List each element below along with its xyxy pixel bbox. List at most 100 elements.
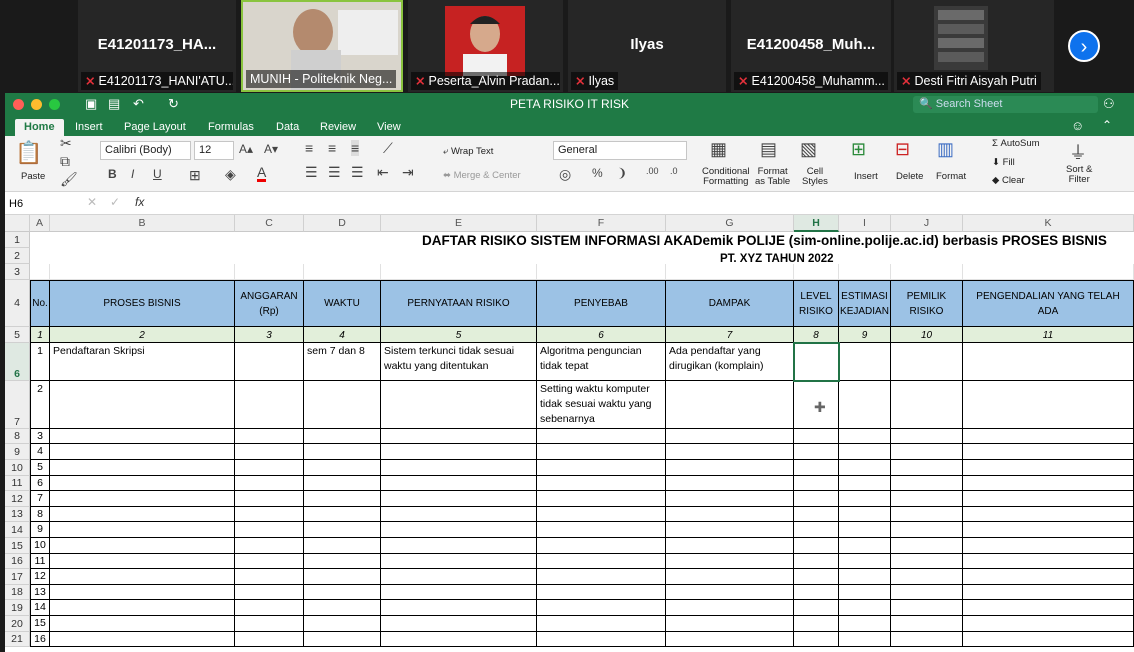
align-center-icon[interactable]: ☰ <box>328 164 341 181</box>
data-cell[interactable] <box>666 507 794 522</box>
fill-button[interactable]: ⬇ Fill <box>992 157 1015 168</box>
participant-tile[interactable]: Ilyas ⨯ Ilyas <box>568 0 726 92</box>
data-cell[interactable] <box>50 460 235 476</box>
tab-home[interactable]: Home <box>15 119 64 136</box>
data-cell[interactable] <box>235 522 304 538</box>
data-cell[interactable] <box>304 632 381 647</box>
data-cell[interactable] <box>666 491 794 507</box>
participant-tile[interactable]: ⨯ Peserta_Alvin Pradan... <box>408 0 563 92</box>
share-icon[interactable]: ⚇ <box>1103 96 1115 112</box>
data-cell[interactable] <box>891 569 963 585</box>
data-cell[interactable] <box>794 491 839 507</box>
row-header-14[interactable]: 14 <box>5 522 30 538</box>
data-cell[interactable] <box>839 381 891 429</box>
data-cell[interactable]: Algoritma penguncian tidak tepat <box>537 343 666 381</box>
data-cell[interactable] <box>50 491 235 507</box>
format-painter-icon[interactable]: 🖌 <box>60 171 78 188</box>
data-cell[interactable] <box>666 429 794 444</box>
row-header-21[interactable]: 21 <box>5 632 30 647</box>
row-header-15[interactable]: 15 <box>5 538 30 554</box>
data-cell[interactable] <box>794 429 839 444</box>
data-cell[interactable] <box>794 632 839 647</box>
row-header-17[interactable]: 17 <box>5 569 30 585</box>
data-cell[interactable] <box>891 600 963 616</box>
data-cell[interactable]: Setting waktu komputer tidak sesuai wakt… <box>537 381 666 429</box>
data-cell[interactable] <box>50 632 235 647</box>
data-cell[interactable] <box>235 491 304 507</box>
data-cell[interactable] <box>304 616 381 632</box>
tab-review[interactable]: Review <box>311 119 365 136</box>
data-cell[interactable] <box>381 381 537 429</box>
data-cell[interactable] <box>963 444 1134 460</box>
data-cell[interactable] <box>666 460 794 476</box>
data-cell[interactable] <box>50 585 235 600</box>
data-cell[interactable] <box>381 429 537 444</box>
data-cell[interactable] <box>304 381 381 429</box>
data-cell[interactable] <box>891 616 963 632</box>
data-cell[interactable] <box>963 522 1134 538</box>
data-cell[interactable] <box>839 476 891 491</box>
column-number-cell[interactable]: 9 <box>839 327 891 343</box>
data-cell[interactable] <box>891 460 963 476</box>
comma-icon[interactable]: ❩ <box>617 166 627 180</box>
font-family-select[interactable]: Calibri (Body) <box>100 141 191 160</box>
column-number-cell[interactable]: 1 <box>30 327 50 343</box>
row-header-9[interactable]: 9 <box>5 444 30 460</box>
column-header-e[interactable]: E <box>381 215 537 232</box>
data-cell[interactable] <box>304 444 381 460</box>
data-cell[interactable] <box>666 381 794 429</box>
data-cell[interactable] <box>666 444 794 460</box>
data-cell[interactable]: 13 <box>30 585 50 600</box>
data-cell[interactable] <box>794 600 839 616</box>
data-cell[interactable] <box>891 476 963 491</box>
data-cell[interactable] <box>794 460 839 476</box>
column-number-cell[interactable]: 11 <box>963 327 1134 343</box>
data-cell[interactable] <box>381 600 537 616</box>
data-cell[interactable] <box>304 569 381 585</box>
column-number-cell[interactable]: 3 <box>235 327 304 343</box>
autosum-button[interactable]: Σ AutoSum <box>992 138 1040 149</box>
data-cell[interactable] <box>794 476 839 491</box>
column-header-k[interactable]: K <box>963 215 1134 232</box>
data-cell[interactable]: 14 <box>30 600 50 616</box>
data-cell[interactable] <box>50 476 235 491</box>
column-header-h[interactable]: H <box>794 215 839 232</box>
tab-view[interactable]: View <box>368 119 410 136</box>
data-cell[interactable] <box>304 585 381 600</box>
data-cell[interactable] <box>381 491 537 507</box>
format-cells-button[interactable]: Format <box>936 171 966 182</box>
data-cell[interactable] <box>537 522 666 538</box>
data-cell[interactable] <box>537 476 666 491</box>
data-cell[interactable] <box>537 429 666 444</box>
row-header-1[interactable]: 1 <box>5 232 30 248</box>
tab-data[interactable]: Data <box>267 119 308 136</box>
format-cells-icon[interactable]: ▥ <box>937 139 954 160</box>
data-cell[interactable] <box>794 616 839 632</box>
data-cell[interactable] <box>839 538 891 554</box>
paste-button[interactable]: Paste <box>21 171 45 182</box>
decrease-decimal-icon[interactable]: .0 <box>670 166 678 176</box>
increase-decimal-icon[interactable]: .00 <box>646 166 659 176</box>
data-cell[interactable] <box>666 632 794 647</box>
data-cell[interactable] <box>963 554 1134 569</box>
sheet-cell[interactable] <box>381 248 537 264</box>
insert-cells-button[interactable]: Insert <box>854 171 878 182</box>
cell-styles-button[interactable]: Cell Styles <box>802 167 828 187</box>
data-cell[interactable] <box>537 632 666 647</box>
wrap-text-button[interactable]: ⤶ Wrap Text <box>443 146 493 157</box>
data-cell[interactable] <box>50 569 235 585</box>
data-cell[interactable] <box>794 522 839 538</box>
data-cell[interactable] <box>235 554 304 569</box>
data-cell[interactable] <box>963 381 1134 429</box>
participant-tile[interactable]: E41201173_HA... ⨯ E41201173_HANI'ATU... <box>78 0 236 92</box>
enter-icon[interactable]: ✓ <box>110 195 120 209</box>
number-format-select[interactable]: General <box>553 141 687 160</box>
data-cell[interactable] <box>891 429 963 444</box>
data-cell[interactable] <box>666 569 794 585</box>
row-header-13[interactable]: 13 <box>5 507 30 522</box>
data-cell[interactable] <box>381 616 537 632</box>
row-header-6[interactable]: 6 <box>5 343 30 381</box>
data-cell[interactable] <box>304 538 381 554</box>
data-cell[interactable]: 11 <box>30 554 50 569</box>
data-cell[interactable] <box>50 538 235 554</box>
